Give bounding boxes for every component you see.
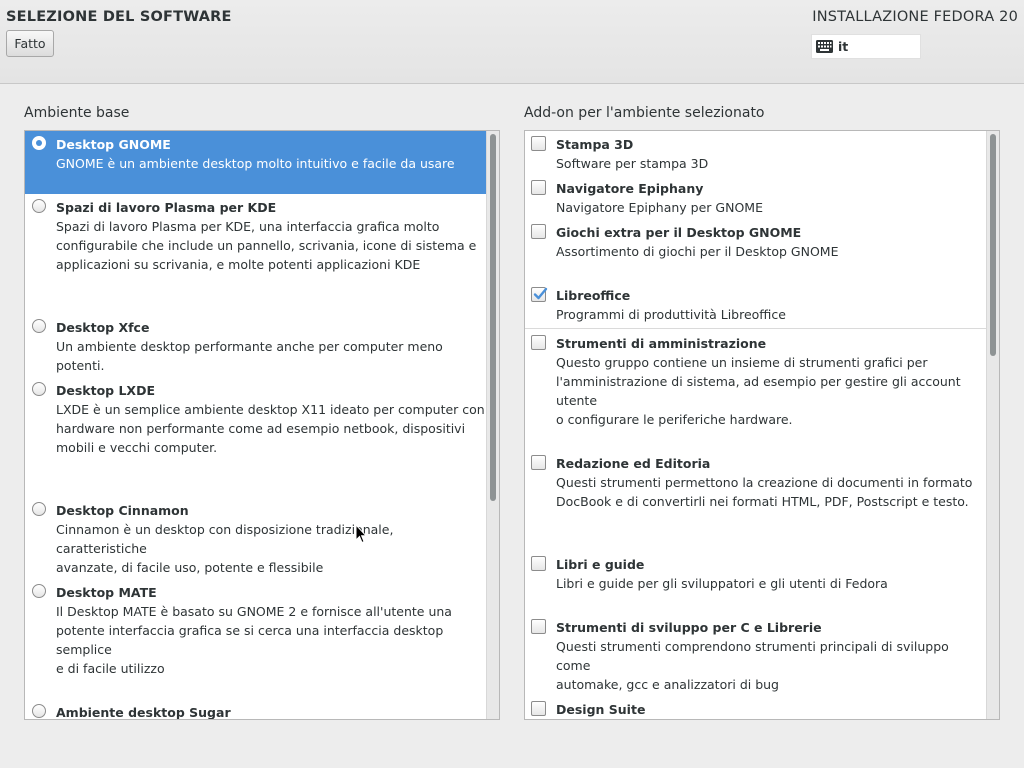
addon-desc: Navigatore Epiphany per GNOME <box>556 200 763 215</box>
addon-row-design-suite[interactable]: Design Suite <box>525 700 987 719</box>
env-title: Desktop Xfce <box>56 320 150 335</box>
addons-list[interactable]: Stampa 3D Software per stampa 3D Navigat… <box>524 130 1000 720</box>
addon-separator <box>525 328 987 329</box>
mouse-pointer-icon <box>355 524 367 544</box>
spoke-title: SELEZIONE DEL SOFTWARE <box>6 9 232 25</box>
env-desc: Spazi di lavoro Plasma per KDE, una inte… <box>56 219 477 272</box>
addon-desc: Questi strumenti permettono la creazione… <box>556 475 973 509</box>
base-environment-list[interactable]: Desktop GNOME GNOME è un ambiente deskto… <box>24 130 500 720</box>
addon-title: Stampa 3D <box>556 137 634 152</box>
addons-scrollbar[interactable] <box>986 131 999 719</box>
base-environment-label: Ambiente base <box>24 105 130 121</box>
addon-title: Redazione ed Editoria <box>556 456 711 471</box>
base-env-scrollbar[interactable] <box>486 131 499 719</box>
radio-button[interactable] <box>32 704 46 718</box>
env-row-xfce[interactable]: Desktop Xfce Un ambiente desktop perform… <box>25 318 487 375</box>
env-desc: Un ambiente desktop performante anche pe… <box>56 339 443 373</box>
env-row-kde[interactable]: Spazi di lavoro Plasma per KDE Spazi di … <box>25 198 487 274</box>
addon-row-epiphany[interactable]: Navigatore Epiphany Navigatore Epiphany … <box>525 179 987 217</box>
env-desc: GNOME è un ambiente desktop molto intuit… <box>56 156 455 171</box>
addons-label: Add-on per l'ambiente selezionato <box>524 105 765 121</box>
env-title: Spazi di lavoro Plasma per KDE <box>56 200 277 215</box>
checkbox[interactable] <box>531 136 546 151</box>
addon-title: Libreoffice <box>556 288 631 303</box>
radio-button[interactable] <box>32 584 46 598</box>
checkbox[interactable] <box>531 619 546 634</box>
addon-title: Design Suite <box>556 702 646 717</box>
radio-button[interactable] <box>32 382 46 396</box>
scrollbar-thumb[interactable] <box>990 134 996 356</box>
radio-button[interactable] <box>32 136 46 150</box>
addon-row-gnome-games[interactable]: Giochi extra per il Desktop GNOME Assort… <box>525 223 987 261</box>
checkbox[interactable] <box>531 287 548 302</box>
keyboard-layout-indicator[interactable]: it <box>811 34 921 59</box>
checkbox[interactable] <box>531 224 546 239</box>
env-title: Desktop MATE <box>56 585 157 600</box>
scrollbar-thumb[interactable] <box>490 134 496 501</box>
addon-title: Navigatore Epiphany <box>556 181 704 196</box>
radio-button[interactable] <box>32 199 46 213</box>
checkbox[interactable] <box>531 180 546 195</box>
addon-row-admin-tools[interactable]: Strumenti di amministrazione Questo grup… <box>525 334 987 429</box>
env-title: Desktop LXDE <box>56 383 155 398</box>
env-row-mate[interactable]: Desktop MATE Il Desktop MATE è basato su… <box>25 583 487 678</box>
addon-desc: Assortimento di giochi per il Desktop GN… <box>556 244 839 259</box>
env-title: Ambiente desktop Sugar <box>56 705 231 720</box>
addon-title: Giochi extra per il Desktop GNOME <box>556 225 802 240</box>
addon-desc: Software per stampa 3D <box>556 156 709 171</box>
addon-desc: Libri e guide per gli sviluppatori e gli… <box>556 576 888 591</box>
env-title: Desktop Cinnamon <box>56 503 189 518</box>
radio-button[interactable] <box>32 502 46 516</box>
env-desc: Cinnamon è un desktop con disposizione t… <box>56 522 394 575</box>
addon-row-libreoffice[interactable]: Libreoffice Programmi di produttività Li… <box>525 286 987 324</box>
radio-button[interactable] <box>32 319 46 333</box>
checkbox[interactable] <box>531 556 546 571</box>
checkbox[interactable] <box>531 335 546 350</box>
addon-desc: Questo gruppo contiene un insieme di str… <box>556 355 961 427</box>
keyboard-icon <box>816 40 833 53</box>
env-row-sugar[interactable]: Ambiente desktop Sugar <box>25 703 487 720</box>
addon-title: Strumenti di sviluppo per C e Librerie <box>556 620 822 635</box>
done-button[interactable]: Fatto <box>6 30 54 57</box>
addon-desc: Programmi di produttività Libreoffice <box>556 307 786 322</box>
addon-row-3d-printing[interactable]: Stampa 3D Software per stampa 3D <box>525 135 987 173</box>
addon-title: Strumenti di amministrazione <box>556 336 767 351</box>
env-row-lxde[interactable]: Desktop LXDE LXDE è un semplice ambiente… <box>25 381 487 457</box>
checkbox[interactable] <box>531 701 546 716</box>
env-desc: LXDE è un semplice ambiente desktop X11 … <box>56 402 485 455</box>
addon-row-authoring[interactable]: Redazione ed Editoria Questi strumenti p… <box>525 454 987 511</box>
keyboard-layout-label: it <box>838 39 849 54</box>
addon-row-books-guides[interactable]: Libri e guide Libri e guide per gli svil… <box>525 555 987 593</box>
env-desc: Il Desktop MATE è basato su GNOME 2 e fo… <box>56 604 452 676</box>
checkbox[interactable] <box>531 455 546 470</box>
addon-row-c-development[interactable]: Strumenti di sviluppo per C e Librerie Q… <box>525 618 987 694</box>
addon-desc: Questi strumenti comprendono strumenti p… <box>556 639 949 692</box>
spoke-header: SELEZIONE DEL SOFTWARE Fatto INSTALLAZIO… <box>0 0 1024 84</box>
addon-title: Libri e guide <box>556 557 645 572</box>
env-row-cinnamon[interactable]: Desktop Cinnamon Cinnamon è un desktop c… <box>25 501 487 577</box>
check-mark-icon <box>533 287 548 300</box>
env-row-gnome[interactable]: Desktop GNOME GNOME è un ambiente deskto… <box>25 131 487 194</box>
product-title: INSTALLAZIONE FEDORA 20 <box>812 9 1018 25</box>
env-title: Desktop GNOME <box>56 137 171 152</box>
